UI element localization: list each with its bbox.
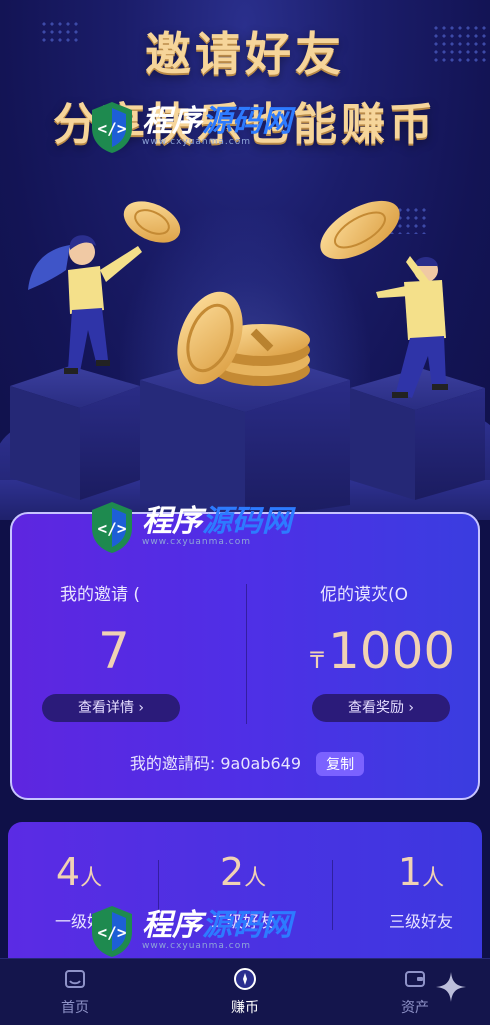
invite-summary-card: 我的邀请 ( 7 查看详情 › 伲的谟苂(O ₸1000 查看奖励 › 我的邀請… bbox=[10, 512, 480, 800]
right-pedestal bbox=[350, 368, 485, 500]
view-details-button[interactable]: 查看详情 › bbox=[42, 694, 180, 722]
level-3-count: 1 bbox=[397, 850, 423, 894]
bottom-tab-bar: 首页 赚币 资产 bbox=[0, 958, 490, 1025]
currency-symbol: ₸ bbox=[310, 649, 324, 674]
watermark-text-white: 程序 bbox=[142, 104, 202, 139]
level-3-name: 三级好友 bbox=[388, 912, 453, 931]
coin-stack bbox=[177, 291, 310, 386]
invite-code-value: 9a0ab649 bbox=[220, 754, 302, 773]
flying-coin-left bbox=[123, 201, 181, 243]
level-3-stat[interactable]: 1人 三级好友 bbox=[346, 850, 490, 932]
watermark-text-blue: 源码网 bbox=[202, 504, 292, 539]
watermark-text-white: 程序 bbox=[142, 504, 202, 539]
right-person bbox=[376, 256, 448, 398]
watermark-text-blue: 源码网 bbox=[202, 908, 292, 943]
level-divider bbox=[332, 860, 333, 930]
rewards-value: 1000 bbox=[328, 622, 456, 680]
watermark: </> 程序源码网 www.cxyuanma.com bbox=[88, 904, 292, 958]
tab-home[interactable]: 首页 bbox=[30, 967, 120, 1017]
sparkle-icon bbox=[436, 972, 466, 1002]
tab-earn-label: 赚币 bbox=[231, 1000, 259, 1016]
level-2-unit: 人 bbox=[244, 866, 267, 891]
wallet-icon bbox=[405, 971, 425, 987]
watermark: </> 程序源码网 www.cxyuanma.com bbox=[88, 500, 292, 554]
level-1-count: 4 bbox=[55, 850, 81, 894]
my-rewards-label: 伲的谟苂(O bbox=[320, 585, 409, 605]
shield-logo-icon: </> bbox=[92, 906, 132, 957]
level-2-count: 2 bbox=[219, 850, 245, 894]
home-icon bbox=[65, 970, 85, 988]
tab-assets-label: 资产 bbox=[401, 1000, 429, 1016]
invite-code-row: 我的邀請码: 9a0ab649 复制 bbox=[12, 750, 478, 776]
shield-logo-icon: </> bbox=[92, 502, 132, 553]
watermark-text-blue: 源码网 bbox=[202, 104, 292, 139]
card-divider bbox=[246, 584, 247, 724]
tab-home-label: 首页 bbox=[61, 1000, 89, 1016]
svg-text:</>: </> bbox=[98, 119, 127, 138]
my-invites-count: 7 bbox=[98, 622, 130, 680]
copy-code-button[interactable]: 复制 bbox=[316, 752, 365, 776]
flying-coin-right bbox=[320, 200, 400, 260]
my-rewards-amount: ₸1000 bbox=[310, 622, 455, 680]
svg-text:</>: </> bbox=[98, 519, 127, 538]
shield-logo-icon: </> bbox=[92, 102, 132, 153]
left-pedestal bbox=[10, 366, 140, 500]
view-rewards-button[interactable]: 查看奖励 › bbox=[312, 694, 450, 722]
svg-text:</>: </> bbox=[98, 923, 127, 942]
watermark: </> 程序源码网 www.cxyuanma.com bbox=[88, 100, 292, 154]
level-1-unit: 人 bbox=[80, 866, 103, 891]
tab-earn[interactable]: 赚币 bbox=[200, 967, 290, 1017]
watermark-text-white: 程序 bbox=[142, 908, 202, 943]
hero-banner: 邀请好友 分享快乐也能赚币 bbox=[0, 0, 490, 520]
invite-code-label: 我的邀請码: bbox=[129, 754, 216, 773]
left-person bbox=[28, 235, 142, 374]
hero-title-line1: 邀请好友 bbox=[145, 27, 345, 81]
my-invites-label: 我的邀请 ( bbox=[60, 585, 141, 605]
level-3-unit: 人 bbox=[422, 866, 445, 891]
coin-icon bbox=[234, 968, 256, 990]
